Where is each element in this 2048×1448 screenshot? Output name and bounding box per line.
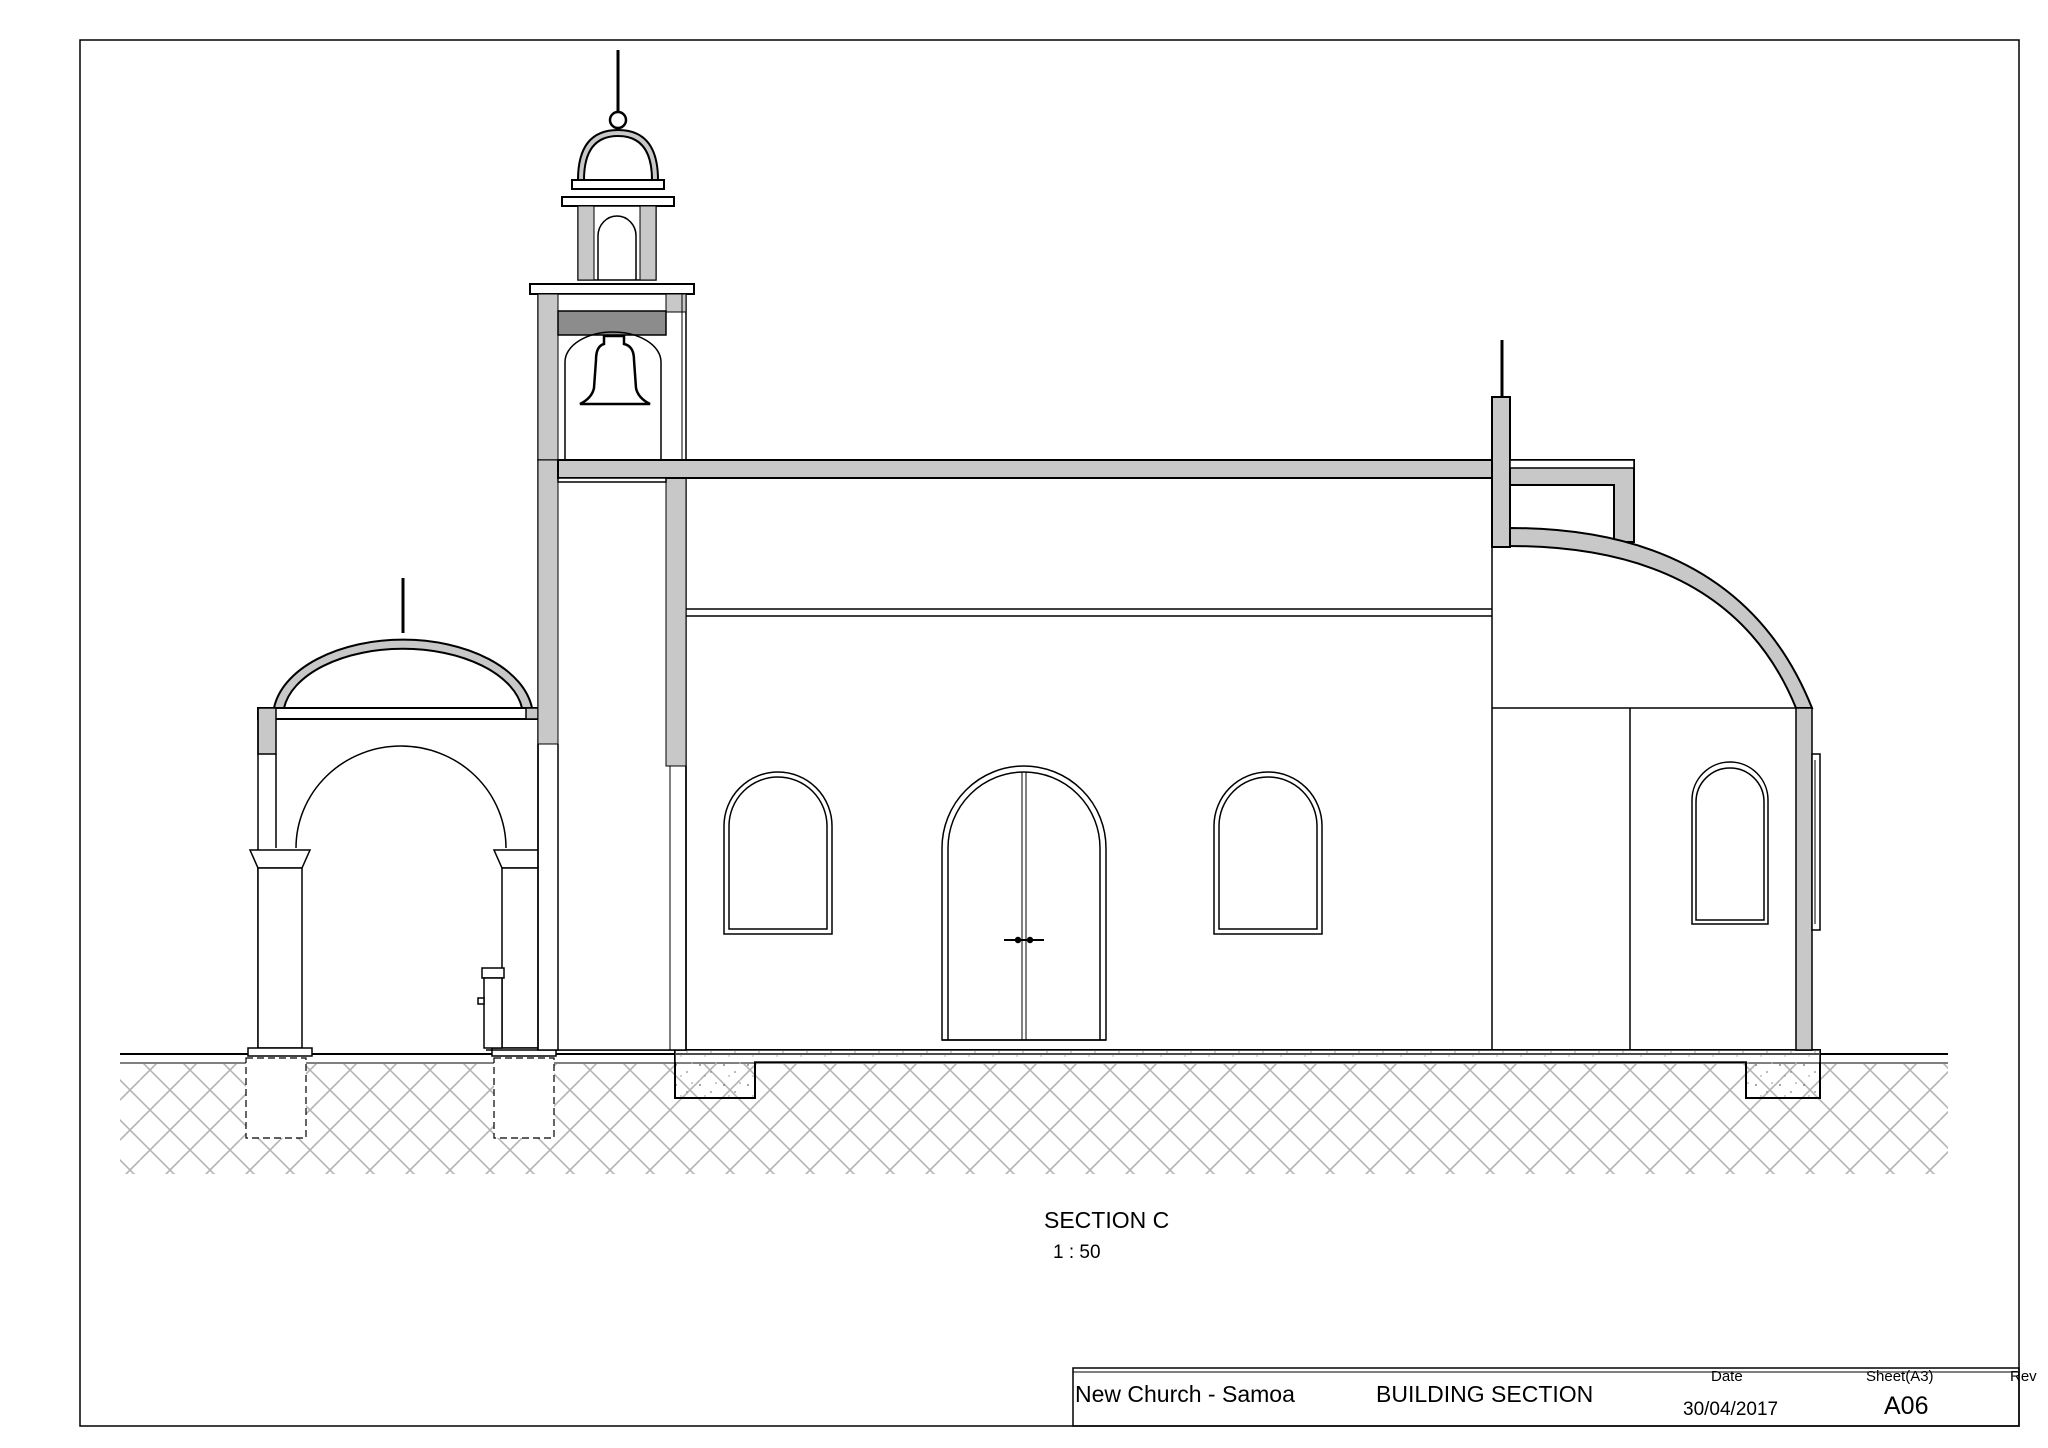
apse bbox=[1491, 340, 1821, 1051]
nave-window-right bbox=[1213, 771, 1323, 935]
sheet-number: A06 bbox=[1884, 1392, 1929, 1420]
porch-beam bbox=[257, 707, 545, 720]
apse-vault bbox=[1509, 526, 1814, 709]
porch-dome bbox=[272, 638, 534, 709]
section-title: SECTION C bbox=[1044, 1207, 1170, 1233]
sheet-title: BUILDING SECTION bbox=[1376, 1381, 1594, 1407]
project-name: New Church - Samoa bbox=[1075, 1381, 1295, 1407]
nave bbox=[557, 459, 1493, 1041]
porch-arch bbox=[295, 745, 507, 849]
sheet-size-label: Sheet(A3) bbox=[1866, 1368, 1934, 1385]
bell-tower bbox=[529, 50, 695, 1051]
earth-hatch bbox=[120, 1064, 1948, 1174]
apse-window bbox=[1691, 761, 1769, 925]
porch-footing-right bbox=[493, 1057, 555, 1139]
nave-window-left bbox=[723, 771, 833, 935]
main-door bbox=[941, 765, 1107, 1041]
porch-footing-left bbox=[245, 1057, 307, 1139]
lectern bbox=[477, 967, 505, 1049]
cupola-dome bbox=[576, 128, 660, 181]
date-label: Date bbox=[1711, 1368, 1743, 1385]
apse-parapet bbox=[1491, 396, 1511, 548]
nave-roof-beam bbox=[557, 459, 1493, 479]
section-drawing bbox=[79, 39, 2020, 1427]
date-value: 30/04/2017 bbox=[1683, 1399, 1779, 1420]
tower-shaft bbox=[537, 459, 687, 1051]
ground bbox=[120, 1049, 1948, 1174]
section-scale: 1 : 50 bbox=[1053, 1242, 1101, 1263]
rev-label: Rev bbox=[2010, 1368, 2037, 1385]
porch-column-left bbox=[247, 849, 313, 1057]
